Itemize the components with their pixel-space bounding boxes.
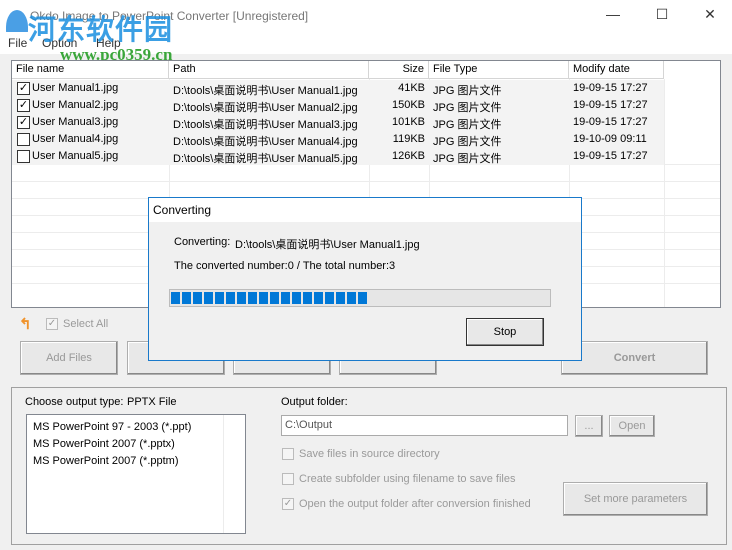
file-name: User Manual5.jpg bbox=[32, 150, 119, 162]
file-size: 119KB bbox=[392, 133, 425, 145]
column-header-size[interactable]: Size bbox=[369, 61, 429, 79]
file-size: 101KB bbox=[391, 116, 425, 128]
minimize-button[interactable]: — bbox=[603, 6, 623, 22]
output-type-ppt[interactable]: MS PowerPoint 97 - 2003 (*.ppt) bbox=[33, 419, 191, 436]
converting-file: D:\tools\桌面说明书\User Manual1.jpg bbox=[235, 239, 420, 251]
close-button[interactable]: ✕ bbox=[700, 6, 720, 23]
row-checkbox[interactable]: ✓ bbox=[17, 116, 30, 129]
file-size: 41KB bbox=[398, 82, 425, 94]
save-source-label: Save files in source directory bbox=[299, 448, 440, 460]
create-subfolder-checkbox[interactable] bbox=[282, 473, 294, 485]
row-checkbox[interactable] bbox=[17, 150, 30, 163]
conversion-status: The converted number:0 / The total numbe… bbox=[174, 260, 396, 272]
converting-dialog: Converting Converting: D:\tools\桌面说明书\Us… bbox=[148, 197, 582, 361]
file-name: User Manual1.jpg bbox=[32, 82, 119, 94]
menu-file[interactable]: File bbox=[8, 36, 27, 50]
modify-date: 19-09-15 17:27 bbox=[573, 116, 648, 128]
table-row[interactable]: User Manual5.jpg D:\tools\桌面说明书\User Man… bbox=[12, 148, 664, 165]
converting-label: Converting: bbox=[174, 236, 231, 248]
output-type-value: PPTX File bbox=[127, 396, 177, 408]
file-type: JPG 图片文件 bbox=[433, 102, 502, 114]
select-all-checkbox[interactable]: ✓ bbox=[46, 318, 58, 330]
output-folder-label: Output folder: bbox=[281, 396, 348, 408]
file-name: User Manual2.jpg bbox=[32, 99, 119, 111]
row-checkbox[interactable] bbox=[17, 133, 30, 146]
save-source-checkbox[interactable] bbox=[282, 448, 294, 460]
browse-button[interactable]: ... bbox=[575, 415, 603, 437]
file-size: 150KB bbox=[391, 99, 425, 111]
watermark-text: 河东软件园 bbox=[28, 14, 174, 45]
modify-date: 19-10-09 09:11 bbox=[573, 133, 647, 145]
move-up-icon[interactable]: ↰ bbox=[19, 315, 32, 333]
file-path: D:\tools\桌面说明书\User Manual2.jpg bbox=[173, 102, 358, 114]
table-row[interactable]: ✓ User Manual1.jpg D:\tools\桌面说明书\User M… bbox=[12, 80, 664, 97]
add-files-button[interactable]: Add Files bbox=[20, 341, 118, 375]
progress-bar bbox=[169, 289, 551, 307]
file-path: D:\tools\桌面说明书\User Manual5.jpg bbox=[173, 153, 358, 165]
output-type-pptx[interactable]: MS PowerPoint 2007 (*.pptx) bbox=[33, 436, 191, 453]
table-row[interactable]: ✓ User Manual3.jpg D:\tools\桌面说明书\User M… bbox=[12, 114, 664, 131]
file-size: 126KB bbox=[391, 150, 425, 162]
maximize-button[interactable]: ☐ bbox=[652, 6, 672, 23]
column-header-date[interactable]: Modify date bbox=[569, 61, 664, 79]
stop-button[interactable]: Stop bbox=[466, 318, 544, 346]
output-type-list[interactable]: MS PowerPoint 97 - 2003 (*.ppt) MS Power… bbox=[26, 414, 246, 534]
file-path: D:\tools\桌面说明书\User Manual4.jpg bbox=[173, 136, 358, 148]
file-type: JPG 图片文件 bbox=[433, 136, 502, 148]
open-folder-label: Open the output folder after conversion … bbox=[299, 498, 531, 510]
open-button[interactable]: Open bbox=[609, 415, 655, 437]
table-row[interactable]: ✓ User Manual2.jpg D:\tools\桌面说明书\User M… bbox=[12, 97, 664, 114]
file-path: D:\tools\桌面说明书\User Manual1.jpg bbox=[173, 85, 358, 97]
modify-date: 19-09-15 17:27 bbox=[573, 150, 648, 162]
output-folder-input[interactable]: C:\Output bbox=[281, 415, 568, 436]
select-all-label: Select All bbox=[63, 318, 109, 330]
modify-date: 19-09-15 17:27 bbox=[573, 99, 648, 111]
column-header-name[interactable]: File name bbox=[12, 61, 169, 79]
file-type: JPG 图片文件 bbox=[433, 85, 502, 97]
row-checkbox[interactable]: ✓ bbox=[17, 99, 30, 112]
output-type-label: Choose output type: bbox=[25, 396, 124, 408]
dialog-title: Converting bbox=[149, 198, 581, 222]
column-header-path[interactable]: Path bbox=[169, 61, 369, 79]
output-type-pptm[interactable]: MS PowerPoint 2007 (*.pptm) bbox=[33, 453, 191, 470]
table-row[interactable]: User Manual4.jpg D:\tools\桌面说明书\User Man… bbox=[12, 131, 664, 148]
create-subfolder-label: Create subfolder using filename to save … bbox=[299, 473, 516, 485]
column-header-type[interactable]: File Type bbox=[429, 61, 569, 79]
set-more-parameters-button[interactable]: Set more parameters bbox=[563, 482, 708, 516]
file-type: JPG 图片文件 bbox=[433, 153, 502, 165]
open-folder-checkbox[interactable]: ✓ bbox=[282, 498, 294, 510]
modify-date: 19-09-15 17:27 bbox=[573, 82, 648, 94]
file-path: D:\tools\桌面说明书\User Manual3.jpg bbox=[173, 119, 358, 131]
convert-button[interactable]: Convert bbox=[561, 341, 708, 375]
file-name: User Manual4.jpg bbox=[32, 133, 119, 145]
progress-fill bbox=[171, 292, 368, 304]
row-checkbox[interactable]: ✓ bbox=[17, 82, 30, 95]
file-name: User Manual3.jpg bbox=[32, 116, 119, 128]
file-type: JPG 图片文件 bbox=[433, 119, 502, 131]
